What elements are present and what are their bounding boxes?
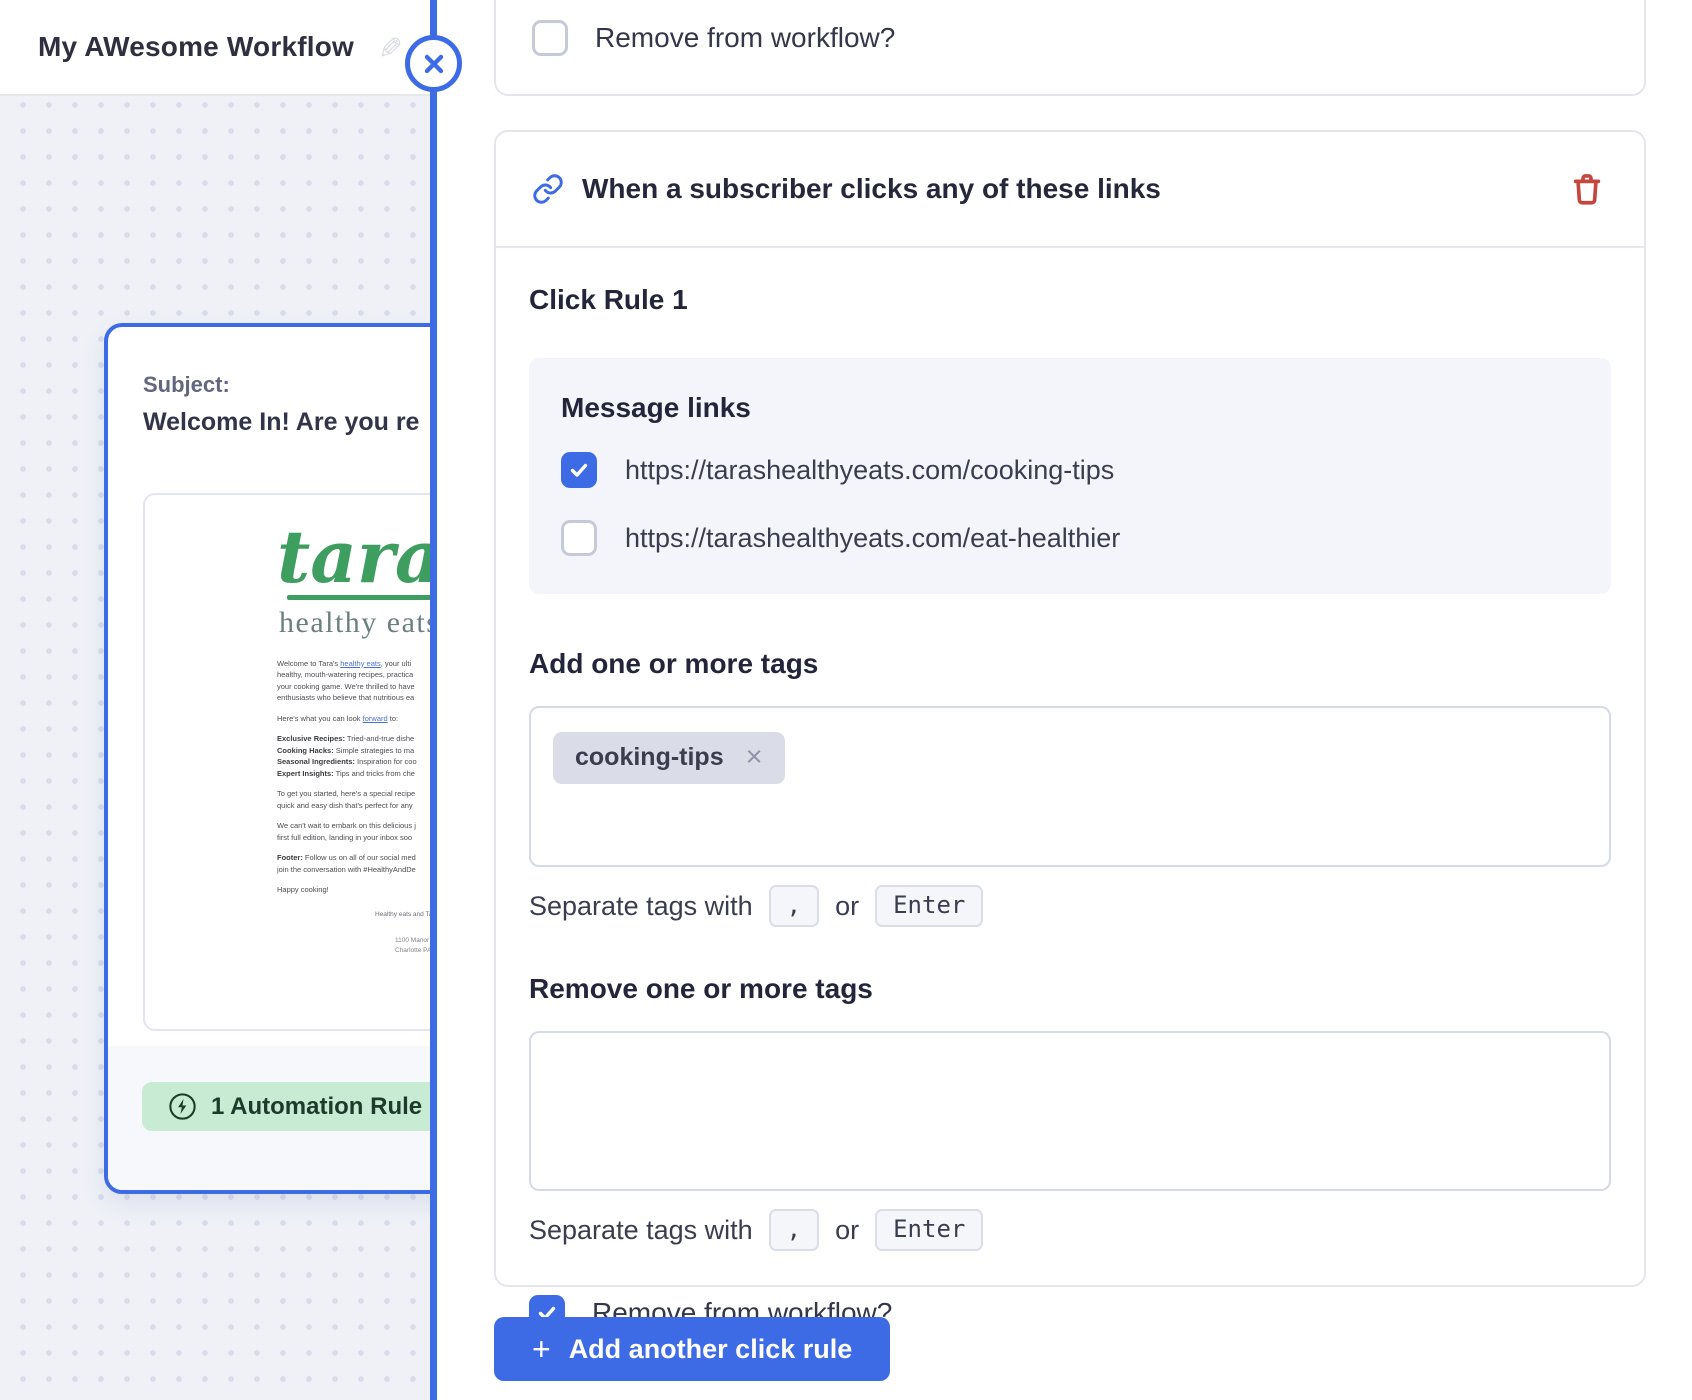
link-checkbox-unchecked[interactable]: [561, 520, 597, 556]
email-paragraph: We can't wait to embark on this deliciou…: [277, 821, 416, 842]
message-links-title: Message links: [561, 392, 751, 423]
add-another-click-rule-label: Add another click rule: [568, 1333, 853, 1364]
message-link-url: https://tarashealthyeats.com/eat-healthi…: [625, 522, 1121, 553]
message-link-row[interactable]: https://tarashealthyeats.com/eat-healthi…: [561, 520, 1581, 556]
hint-text: Separate tags with: [529, 890, 753, 921]
close-panel-button[interactable]: [405, 35, 462, 92]
automation-rule-label: 1 Automation Rule: [211, 1092, 423, 1120]
email-signature: Healthy eats and Tara's: [375, 910, 434, 918]
email-paragraph: Here's what you can look forward to:: [277, 713, 399, 723]
remove-from-workflow-checkbox[interactable]: [532, 20, 568, 56]
message-link-row[interactable]: https://tarashealthyeats.com/cooking-tip…: [561, 452, 1581, 488]
link-icon: [533, 174, 563, 204]
click-rule-card-body: Click Rule 1 Message links https://taras…: [496, 248, 1644, 1331]
link-checkbox-checked[interactable]: [561, 452, 597, 488]
tag-chip: cooking-tips ×: [553, 732, 785, 784]
lightning-icon: [169, 1093, 196, 1120]
message-links-box: Message links https://tarashealthyeats.c…: [529, 358, 1611, 594]
taras-logo-script: tara's: [277, 514, 434, 599]
subject-value: Welcome In! Are you re: [143, 408, 420, 436]
tag-chip-label: cooking-tips: [575, 743, 724, 771]
rule-settings-panel: Remove from workflow? When a subscriber …: [437, 0, 1692, 1400]
plus-icon: +: [532, 1331, 551, 1367]
email-preview-thumbnail[interactable]: tara's healthy eats Welcome to Tara's he…: [143, 493, 434, 1031]
email-inline-link: forward: [362, 713, 388, 723]
hint-text: Separate tags with: [529, 1214, 753, 1245]
delete-rule-button[interactable]: [1570, 171, 1604, 207]
click-rule-card: When a subscriber clicks any of these li…: [494, 130, 1646, 1331]
email-paragraph: To get you started, here's a special rec…: [277, 789, 416, 810]
message-link-url: https://tarashealthyeats.com/cooking-tip…: [625, 454, 1115, 485]
close-icon: [424, 54, 443, 73]
email-feature-list: Exclusive Recipes: Tried-and-true dishe …: [277, 734, 417, 778]
remove-from-workflow-row[interactable]: Remove from workflow?: [532, 20, 895, 56]
remove-tag-icon[interactable]: ×: [746, 743, 763, 772]
remove-tags-input[interactable]: [529, 1031, 1611, 1191]
email-inline-link: healthy eats: [340, 658, 381, 668]
hint-or: or: [835, 890, 860, 921]
add-tags-input[interactable]: cooking-tips ×: [529, 706, 1611, 867]
enter-key: Enter: [875, 885, 984, 927]
email-paragraph: Welcome to Tara's healthy eats, your ult…: [277, 658, 415, 703]
comma-key: ,: [768, 1209, 820, 1251]
email-footer-paragraph: Footer: Follow us on all of our social m…: [277, 853, 416, 874]
remove-from-workflow-label: Remove from workflow?: [595, 22, 896, 53]
email-node-footer: 1 Automation Rule: [108, 1046, 434, 1190]
comma-key: ,: [768, 885, 820, 927]
workflow-header: My AWesome Workflow ✎: [0, 0, 434, 96]
trash-icon: [1573, 174, 1601, 205]
edit-pencil-icon[interactable]: ✎: [371, 34, 406, 59]
enter-key: Enter: [875, 1209, 984, 1251]
hint-or: or: [835, 1214, 860, 1245]
email-signoff: Happy cooking!: [277, 885, 329, 895]
workflow-canvas: My AWesome Workflow ✎ Subject: Welcome I…: [0, 0, 434, 1400]
email-node-card[interactable]: Subject: Welcome In! Are you re tara's h…: [104, 323, 434, 1194]
panel-divider: [430, 0, 437, 1400]
subject-label: Subject:: [143, 372, 230, 397]
separator-hint: Separate tags with , or Enter: [529, 885, 1611, 927]
separator-hint: Separate tags with , or Enter: [529, 1209, 1611, 1251]
click-rule-card-title: When a subscriber clicks any of these li…: [582, 173, 1161, 204]
click-rule-card-header: When a subscriber clicks any of these li…: [496, 132, 1644, 248]
previous-rule-card: Remove from workflow?: [494, 0, 1646, 96]
automation-rule-badge[interactable]: 1 Automation Rule: [142, 1082, 434, 1131]
email-body-text: Welcome to Tara's healthy eats, your ult…: [277, 658, 434, 956]
add-another-click-rule-button[interactable]: + Add another click rule: [494, 1317, 891, 1381]
check-icon: [570, 463, 588, 477]
add-tags-label: Add one or more tags: [529, 648, 819, 679]
email-address: 1100 Manor Dr Charlotte PA: [395, 936, 434, 954]
click-rule-title: Click Rule 1: [529, 284, 688, 315]
taras-logo-subtitle: healthy eats: [279, 605, 434, 639]
remove-tags-label: Remove one or more tags: [529, 973, 873, 1004]
workflow-title: My AWesome Workflow: [38, 31, 355, 62]
